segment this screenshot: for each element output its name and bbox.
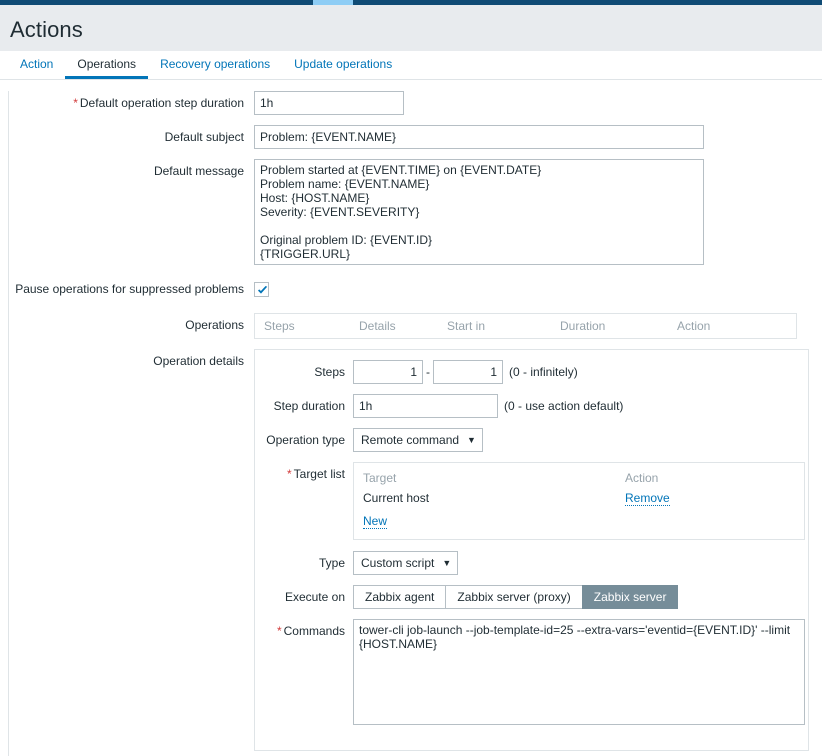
field-default-message: Default message Problem started at {EVEN… <box>9 159 822 268</box>
steps-range-separator: - <box>426 360 430 384</box>
checkmark-icon <box>256 284 269 297</box>
step-duration-hint: (0 - use action default) <box>504 394 623 418</box>
page-header: Actions <box>0 5 822 51</box>
field-commands: *Commands tower-cli job-launch --job-tem… <box>255 619 808 728</box>
field-default-subject: Default subject <box>9 125 822 149</box>
label-target-list: *Target list <box>255 462 353 486</box>
target-name: Current host <box>363 491 625 506</box>
column-header-steps: Steps <box>255 319 350 333</box>
default-subject-input[interactable] <box>254 125 704 149</box>
field-operation-details: Operation details Steps - (0 - infinitel… <box>9 349 822 751</box>
execute-on-option-zabbix-server-proxy[interactable]: Zabbix server (proxy) <box>445 585 581 609</box>
new-target-link[interactable]: New <box>363 515 387 529</box>
execute-on-option-zabbix-server[interactable]: Zabbix server <box>582 585 679 609</box>
field-steps: Steps - (0 - infinitely) <box>255 360 808 384</box>
label-operation-details: Operation details <box>9 349 254 373</box>
script-type-select[interactable]: Custom script ▼ <box>353 551 458 575</box>
column-header-duration: Duration <box>551 319 668 333</box>
label-commands: *Commands <box>255 619 353 643</box>
column-header-target: Target <box>363 471 625 485</box>
field-script-type: Type Custom script ▼ <box>255 551 808 575</box>
label-script-type: Type <box>255 551 353 575</box>
tab-recovery-operations[interactable]: Recovery operations <box>148 51 282 79</box>
field-operation-type: Operation type Remote command ▼ <box>255 428 808 452</box>
field-pause-suppressed: Pause operations for suppressed problems <box>9 277 822 301</box>
chevron-down-icon: ▼ <box>467 435 476 445</box>
operation-type-select[interactable]: Remote command ▼ <box>353 428 483 452</box>
target-list-panel: Target Action Current host Remove New <box>353 462 805 540</box>
operations-form: *Default operation step duration Default… <box>8 91 822 756</box>
steps-to-input[interactable] <box>433 360 503 384</box>
field-operations-table: Operations Steps Details Start in Durati… <box>9 313 822 339</box>
tab-update-operations[interactable]: Update operations <box>282 51 404 79</box>
label-execute-on: Execute on <box>255 585 353 609</box>
tab-action[interactable]: Action <box>10 51 65 79</box>
chevron-down-icon: ▼ <box>442 558 451 568</box>
remove-target-link[interactable]: Remove <box>625 492 670 506</box>
operation-details-panel: Steps - (0 - infinitely) Step duration (… <box>254 349 809 751</box>
default-message-textarea[interactable]: Problem started at {EVENT.TIME} on {EVEN… <box>254 159 704 265</box>
field-step-duration: Step duration (0 - use action default) <box>255 394 808 418</box>
tab-operations[interactable]: Operations <box>65 51 148 79</box>
field-default-step-duration: *Default operation step duration <box>9 91 822 115</box>
field-execute-on: Execute on Zabbix agent Zabbix server (p… <box>255 585 808 609</box>
label-operations: Operations <box>9 313 254 337</box>
label-default-step-duration: *Default operation step duration <box>9 91 254 115</box>
column-header-target-action: Action <box>625 471 658 485</box>
target-list-row: Current host Remove <box>354 487 804 508</box>
steps-from-input[interactable] <box>353 360 423 384</box>
column-header-start-in: Start in <box>438 319 551 333</box>
label-steps: Steps <box>255 360 353 384</box>
pause-suppressed-checkbox[interactable] <box>254 282 269 297</box>
step-duration-input[interactable] <box>353 394 498 418</box>
nav-active-indicator <box>313 0 353 5</box>
script-type-value: Custom script <box>361 556 434 570</box>
operations-table: Steps Details Start in Duration Action <box>254 313 797 339</box>
tab-bar: Action Operations Recovery operations Up… <box>0 51 822 80</box>
top-navigation-bar <box>0 0 822 5</box>
label-step-duration: Step duration <box>255 394 353 418</box>
column-header-action: Action <box>668 319 778 333</box>
target-list-new-row: New <box>354 508 804 531</box>
column-header-details: Details <box>350 319 438 333</box>
required-marker: * <box>287 467 292 481</box>
execute-on-radio-group: Zabbix agent Zabbix server (proxy) Zabbi… <box>353 585 808 609</box>
label-operation-type: Operation type <box>255 428 353 452</box>
operation-type-value: Remote command <box>361 433 459 447</box>
commands-textarea[interactable]: tower-cli job-launch --job-template-id=2… <box>353 619 805 725</box>
label-pause-suppressed: Pause operations for suppressed problems <box>9 277 254 301</box>
label-default-subject: Default subject <box>9 125 254 149</box>
default-step-duration-input[interactable] <box>254 91 404 115</box>
target-list-header: Target Action <box>354 469 804 487</box>
steps-hint: (0 - infinitely) <box>509 360 578 384</box>
field-target-list: *Target list Target Action Current host … <box>255 462 808 540</box>
execute-on-option-zabbix-agent[interactable]: Zabbix agent <box>353 585 445 609</box>
label-default-message: Default message <box>9 159 254 183</box>
operations-table-header: Steps Details Start in Duration Action <box>255 314 796 338</box>
required-marker: * <box>73 96 78 110</box>
required-marker: * <box>277 624 282 638</box>
page-title: Actions <box>0 5 822 43</box>
